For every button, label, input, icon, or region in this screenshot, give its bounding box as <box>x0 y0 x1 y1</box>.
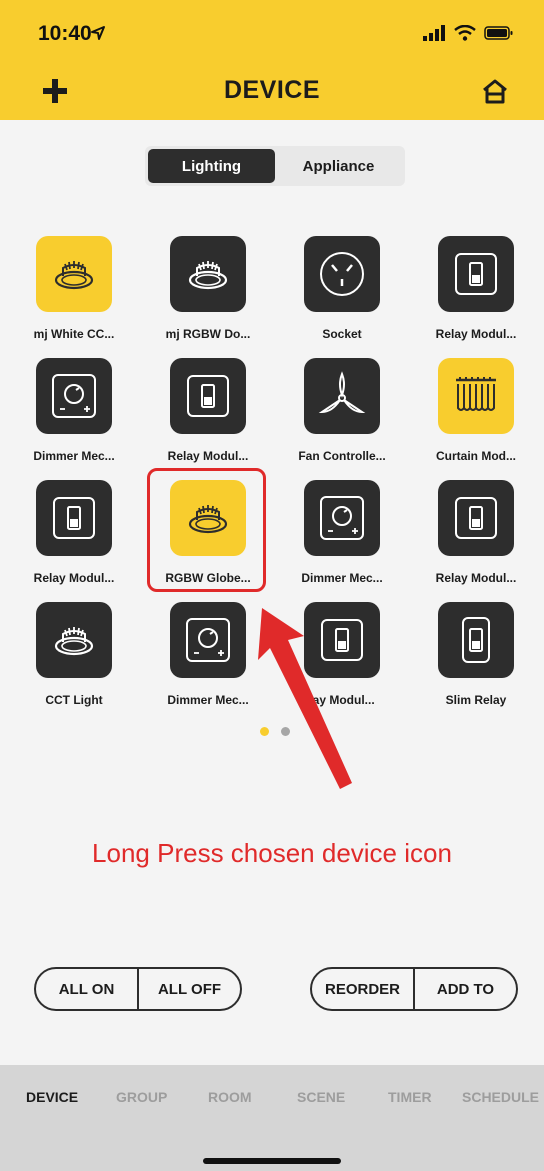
device-label: Dimmer Mec... <box>33 449 115 463</box>
home-indicator <box>203 1158 341 1164</box>
status-icons <box>422 25 514 41</box>
device-tile[interactable]: mj RGBW Do... <box>138 236 272 356</box>
device-tile[interactable]: Curtain Mod... <box>406 358 540 478</box>
all-off-button[interactable]: ALL OFF <box>137 969 240 1009</box>
status-time: 10:40 <box>38 22 92 45</box>
location-arrow-icon <box>91 26 105 40</box>
page-dot[interactable] <box>260 727 269 736</box>
relay-switch-icon[interactable] <box>438 236 514 312</box>
page-dot[interactable] <box>281 727 290 736</box>
signal-icon <box>423 25 445 41</box>
socket-icon[interactable] <box>304 236 380 312</box>
device-tile[interactable]: Relay Modul... <box>406 480 540 600</box>
page-title: DEVICE <box>223 76 321 104</box>
device-tile[interactable]: Relay Modul... <box>406 236 540 356</box>
device-label: Dimmer Mec... <box>167 693 249 707</box>
downlight-icon[interactable] <box>36 236 112 312</box>
device-tile[interactable]: Dimmer Mec... <box>4 358 138 478</box>
tab-device[interactable]: DEVICE <box>26 1089 78 1105</box>
device-label: Dimmer Mec... <box>301 571 383 585</box>
slim-relay-icon[interactable] <box>438 602 514 678</box>
all-on-off-group: ALL ON ALL OFF <box>34 967 242 1011</box>
segment-lighting[interactable]: Lighting <box>148 149 275 183</box>
relay-switch-icon[interactable] <box>304 602 380 678</box>
tab-group[interactable]: GROUP <box>116 1089 167 1105</box>
device-label: Fan Controlle... <box>298 449 386 463</box>
device-tile[interactable]: Relay Modul... <box>138 358 272 478</box>
tab-room[interactable]: ROOM <box>208 1089 252 1105</box>
segment-appliance[interactable]: Appliance <box>275 149 402 183</box>
device-label: mj White CC... <box>33 327 115 341</box>
relay-switch-icon[interactable] <box>36 480 112 556</box>
home-icon[interactable] <box>480 76 510 106</box>
all-on-button[interactable]: ALL ON <box>36 969 137 1009</box>
device-label: Socket <box>322 327 362 341</box>
device-tile[interactable]: Fan Controlle... <box>272 358 406 478</box>
add-to-button[interactable]: ADD TO <box>413 969 516 1009</box>
device-tile[interactable]: Dimmer Mec... <box>272 480 406 600</box>
device-label: Relay Modul... <box>33 571 115 585</box>
battery-icon <box>484 26 513 40</box>
downlight-icon[interactable] <box>36 602 112 678</box>
device-label: CCT Light <box>45 693 103 707</box>
nav-bar: DEVICE <box>0 62 544 120</box>
device-tile[interactable]: Slim Relay <box>406 602 540 722</box>
page-indicator <box>260 727 290 736</box>
device-label: mj RGBW Do... <box>165 327 251 341</box>
reorder-addto-group: REORDER ADD TO <box>310 967 518 1011</box>
device-label: Curtain Mod... <box>436 449 516 463</box>
device-label: Relay Modul... <box>167 449 249 463</box>
dimmer-icon[interactable] <box>36 358 112 434</box>
dimmer-icon[interactable] <box>304 480 380 556</box>
selection-highlight <box>147 468 266 592</box>
annotation-text: Long Press chosen device icon <box>92 838 452 868</box>
device-tile[interactable]: lay Modul... <box>272 602 406 722</box>
tab-scene[interactable]: SCENE <box>297 1089 345 1105</box>
curtain-icon[interactable] <box>438 358 514 434</box>
tab-timer[interactable]: TIMER <box>388 1089 432 1105</box>
downlight-icon[interactable] <box>170 236 246 312</box>
device-tile[interactable]: mj White CC... <box>4 236 138 356</box>
relay-switch-icon[interactable] <box>170 358 246 434</box>
dimmer-icon[interactable] <box>170 602 246 678</box>
device-tile[interactable]: CCT Light <box>4 602 138 722</box>
status-bar: 10:40 <box>0 0 544 62</box>
device-tile[interactable]: Socket <box>272 236 406 356</box>
relay-switch-icon[interactable] <box>438 480 514 556</box>
category-segment: Lighting Appliance <box>145 146 405 186</box>
wifi-icon <box>454 25 476 41</box>
device-tile[interactable]: Dimmer Mec... <box>138 602 272 722</box>
device-label: Relay Modul... <box>435 327 517 341</box>
fan-icon[interactable] <box>304 358 380 434</box>
tab-schedule[interactable]: SCHEDULE <box>462 1089 539 1105</box>
device-label: Slim Relay <box>445 693 507 707</box>
reorder-button[interactable]: REORDER <box>312 969 413 1009</box>
device-label: Relay Modul... <box>435 571 517 585</box>
tab-bar: DEVICE GROUP ROOM SCENE TIMER SCHEDULE <box>0 1065 544 1171</box>
device-tile[interactable]: Relay Modul... <box>4 480 138 600</box>
device-label: lay Modul... <box>309 693 375 707</box>
